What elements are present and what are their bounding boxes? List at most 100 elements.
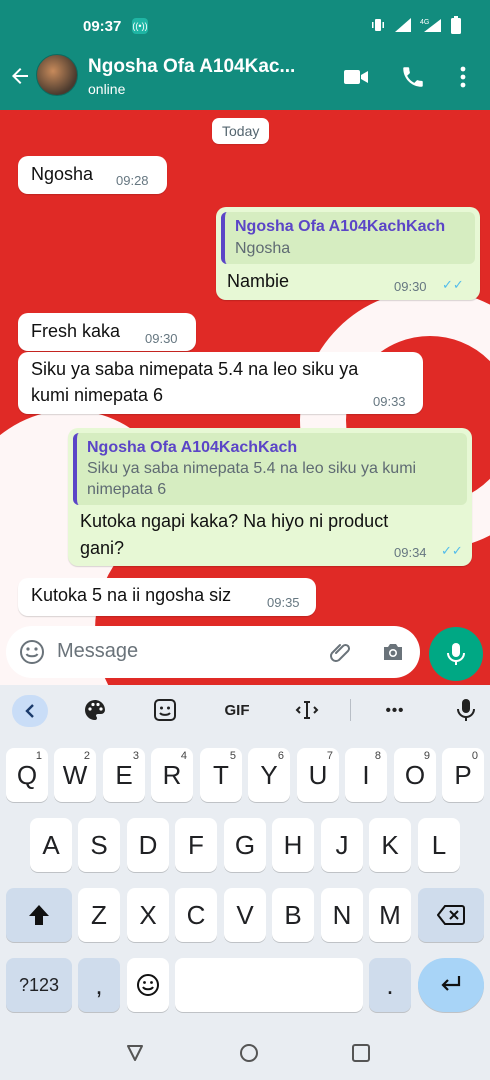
message-input[interactable]: Message (57, 640, 138, 663)
key-q[interactable]: Q1 (6, 748, 48, 802)
key-b[interactable]: B (272, 888, 314, 942)
quoted-message[interactable]: Ngosha Ofa A104KachKach Ngosha (221, 212, 475, 264)
quote-text: Ngosha (235, 240, 291, 257)
key-label: Q (16, 760, 38, 790)
nav-home-icon[interactable] (239, 1043, 259, 1063)
voice-input-icon[interactable] (453, 697, 479, 723)
voice-message-button[interactable] (429, 627, 483, 681)
more-options-icon[interactable] (450, 64, 476, 90)
backspace-key[interactable] (418, 888, 484, 942)
key-l[interactable]: L (418, 818, 460, 872)
signal-icon (395, 18, 411, 32)
period-key[interactable]: . (369, 958, 411, 1012)
toolbar-divider (350, 699, 351, 721)
comma-key[interactable]: , (78, 958, 120, 1012)
message-text: Kutoka 5 na ii ngosha siz (31, 585, 232, 605)
key-u[interactable]: U7 (297, 748, 339, 802)
message-text-line2: gani? (80, 538, 125, 558)
key-f[interactable]: F (175, 818, 217, 872)
attach-icon[interactable] (328, 639, 354, 665)
emoji-key[interactable] (127, 958, 169, 1012)
voice-call-icon[interactable] (400, 64, 426, 90)
message-time: 09:28 (116, 173, 149, 188)
message-composer[interactable]: Message (6, 626, 420, 678)
message-time: 09:30 (394, 279, 427, 294)
incoming-message[interactable]: Kutoka 5 na ii ngosha siz 09:35 (18, 578, 316, 616)
emoji-icon (137, 974, 159, 996)
key-c[interactable]: C (175, 888, 217, 942)
contact-name[interactable]: Ngosha Ofa A104Kac... (88, 56, 295, 78)
key-w[interactable]: W2 (54, 748, 96, 802)
key-o[interactable]: O9 (394, 748, 436, 802)
vibrate-icon (372, 19, 384, 31)
enter-key[interactable] (418, 958, 484, 1012)
quoted-message[interactable]: Ngosha Ofa A104KachKach Siku ya saba nim… (73, 433, 467, 505)
key-label: R (162, 760, 182, 790)
key-x[interactable]: X (127, 888, 169, 942)
message-time: 09:34 (394, 545, 427, 560)
camera-icon[interactable] (380, 639, 406, 665)
keyboard: GIF ••• Q1 W2 E3 R4 T5 Y6 U7 I8 O9 P0 A … (0, 685, 490, 1025)
key-m[interactable]: M (369, 888, 411, 942)
key-hint: 4 (180, 750, 187, 762)
key-p[interactable]: P0 (442, 748, 484, 802)
more-options-icon[interactable]: ••• (382, 697, 408, 723)
key-label: E (115, 760, 133, 790)
back-arrow-icon[interactable] (8, 64, 32, 88)
chat-header: 09:37 ((•)) 4G Ngosha Ofa A104Kac... onl… (0, 0, 490, 110)
status-time: 09:37 (83, 18, 122, 35)
key-hint: 3 (132, 750, 139, 762)
gif-button[interactable]: GIF (222, 697, 252, 723)
symbols-key[interactable]: ?123 (6, 958, 72, 1012)
key-v[interactable]: V (224, 888, 266, 942)
message-time: 09:30 (145, 331, 178, 346)
key-h[interactable]: H (272, 818, 314, 872)
key-label: P (454, 760, 472, 790)
key-t[interactable]: T5 (200, 748, 242, 802)
read-ticks-icon: ✓✓ (441, 543, 463, 558)
key-label: T (213, 760, 229, 790)
incoming-message[interactable]: Ngosha 09:28 (18, 156, 167, 194)
key-k[interactable]: K (369, 818, 411, 872)
svg-text:4G: 4G (420, 19, 429, 26)
avatar[interactable] (36, 54, 78, 96)
incoming-message[interactable]: Siku ya saba nimepata 5.4 na leo siku ya… (18, 352, 423, 414)
nav-recents-icon[interactable] (351, 1043, 371, 1063)
key-hint: 7 (326, 750, 333, 762)
key-hint: 6 (277, 750, 284, 762)
incoming-message[interactable]: Fresh kaka 09:30 (18, 313, 196, 351)
space-bar[interactable] (175, 958, 363, 1012)
contact-status: online (88, 81, 126, 97)
key-a[interactable]: A (30, 818, 72, 872)
message-time: 09:35 (267, 595, 300, 610)
key-j[interactable]: J (321, 818, 363, 872)
outgoing-message[interactable]: Ngosha Ofa A104KachKach Ngosha Nambie 09… (216, 207, 480, 300)
battery-icon (451, 16, 461, 34)
key-s[interactable]: S (78, 818, 120, 872)
video-call-icon[interactable] (343, 64, 369, 90)
key-hint: 8 (374, 750, 381, 762)
palette-icon[interactable] (82, 697, 108, 723)
key-z[interactable]: Z (78, 888, 120, 942)
shift-key[interactable] (6, 888, 72, 942)
key-label: I (362, 760, 370, 790)
outgoing-message[interactable]: Ngosha Ofa A104KachKach Siku ya saba nim… (68, 428, 472, 566)
text-cursor-icon[interactable] (294, 697, 320, 723)
keyboard-toolbar: GIF ••• (0, 685, 490, 737)
keyboard-collapse-button[interactable] (12, 695, 48, 727)
key-n[interactable]: N (321, 888, 363, 942)
message-text: Nambie (227, 271, 290, 291)
key-i[interactable]: I8 (345, 748, 387, 802)
key-e[interactable]: E3 (103, 748, 145, 802)
emoji-icon[interactable] (19, 639, 45, 665)
message-text-line1: Kutoka ngapi kaka? Na hiyo ni product (80, 511, 389, 531)
chat-area[interactable]: Today Ngosha 09:28 Ngosha Ofa A104KachKa… (0, 110, 490, 685)
key-y[interactable]: Y6 (248, 748, 290, 802)
nav-back-icon[interactable] (125, 1043, 145, 1063)
system-icons: 4G (370, 16, 462, 34)
key-r[interactable]: R4 (151, 748, 193, 802)
key-d[interactable]: D (127, 818, 169, 872)
key-hint: 2 (83, 750, 90, 762)
sticker-icon[interactable] (152, 697, 178, 723)
key-g[interactable]: G (224, 818, 266, 872)
